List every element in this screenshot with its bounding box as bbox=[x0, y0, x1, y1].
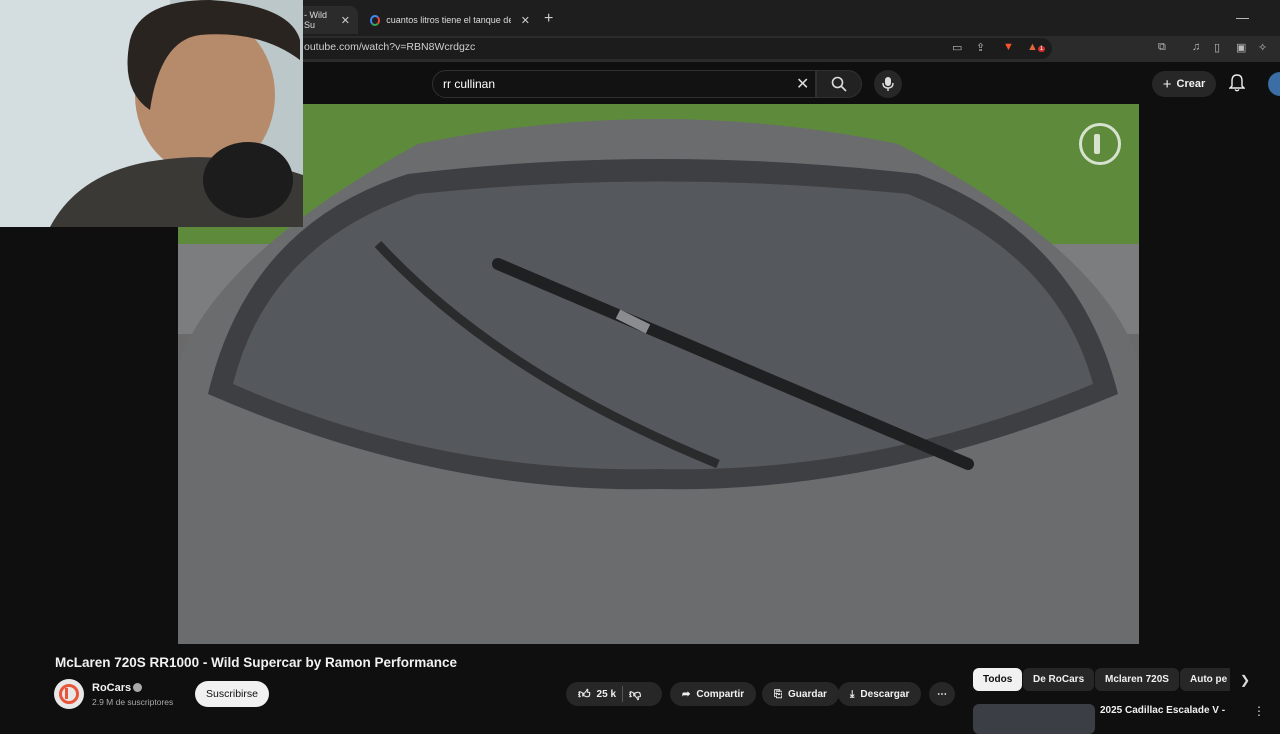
clear-search-icon[interactable]: ✕ bbox=[796, 74, 809, 94]
thumbs-down-icon: 👎︎ bbox=[629, 686, 642, 701]
like-divider bbox=[622, 686, 624, 702]
share-button[interactable]: ➦ Compartir bbox=[670, 682, 757, 706]
more-vertical-icon[interactable]: ⋮ bbox=[1253, 704, 1265, 718]
new-tab-icon[interactable]: + bbox=[544, 10, 553, 28]
search-input[interactable]: rr cullinan bbox=[432, 70, 816, 98]
search-button[interactable] bbox=[816, 70, 862, 98]
chip-mclaren[interactable]: Mclaren 720S bbox=[1095, 668, 1179, 691]
like-count: 25 k bbox=[596, 688, 617, 700]
more-horizontal-icon: ⋯ bbox=[937, 688, 947, 700]
download-icon: ⤓ bbox=[850, 688, 855, 700]
url-field[interactable]: outube.com/watch?v=RBN8Wcrdgzc bbox=[292, 38, 1052, 59]
wallet-icon[interactable]: ▣ bbox=[1236, 41, 1246, 54]
verified-icon bbox=[133, 683, 142, 692]
chip-auto[interactable]: Auto pe bbox=[1180, 668, 1230, 691]
brave-shield-icon[interactable]: ▼ bbox=[1003, 41, 1014, 53]
close-tab-icon[interactable]: ✕ bbox=[341, 14, 350, 27]
webcam-overlay bbox=[0, 0, 303, 227]
video-player[interactable] bbox=[178, 104, 1139, 644]
rewards-icon[interactable]: ▲ 1 bbox=[1027, 41, 1046, 53]
chip-todos[interactable]: Todos bbox=[973, 668, 1023, 691]
channel-name[interactable]: RoCars bbox=[92, 682, 131, 694]
subscribe-button[interactable]: Suscribirse bbox=[195, 681, 269, 707]
channel-avatar[interactable] bbox=[54, 679, 84, 709]
like-button[interactable]: 👍︎ 25 k bbox=[578, 687, 616, 702]
thumbs-up-icon: 👍︎ bbox=[578, 686, 591, 701]
create-button[interactable]: + Crear bbox=[1152, 71, 1216, 97]
sidebar-icon[interactable]: ▯ bbox=[1214, 41, 1220, 54]
browser-tab-active[interactable]: - Wild Su ✕ bbox=[296, 6, 358, 34]
video-title: McLaren 720S RR1000 - Wild Supercar by R… bbox=[55, 655, 458, 670]
download-label: Descargar bbox=[860, 688, 910, 700]
search-icon bbox=[831, 76, 847, 92]
close-tab-icon[interactable]: ✕ bbox=[521, 14, 530, 27]
music-icon[interactable]: ♫ bbox=[1192, 41, 1200, 53]
save-label: Guardar bbox=[788, 688, 827, 700]
ai-icon[interactable]: ✧ bbox=[1258, 41, 1267, 54]
minimize-icon[interactable]: — bbox=[1236, 10, 1249, 25]
chip-from-channel[interactable]: De RoCars bbox=[1023, 668, 1095, 691]
notifications-bell-icon[interactable] bbox=[1228, 74, 1246, 97]
tab-title: cuantos litros tiene el tanque de un cul… bbox=[386, 15, 511, 25]
channel-watermark-logo bbox=[1079, 123, 1121, 165]
video-frame-image bbox=[178, 104, 1139, 644]
chevron-right-icon[interactable]: ❯ bbox=[1240, 673, 1250, 687]
google-icon bbox=[370, 14, 381, 26]
recommendation-title[interactable]: 2025 Cadillac Escalade V - bbox=[1100, 705, 1225, 716]
plus-icon: + bbox=[1162, 75, 1172, 93]
webcam-person-image bbox=[0, 0, 303, 227]
create-label: Crear bbox=[1176, 78, 1206, 90]
like-dislike-group: 👍︎ 25 k 👎︎ bbox=[566, 682, 662, 706]
dislike-button[interactable]: 👎︎ bbox=[629, 687, 641, 702]
cast-icon[interactable]: ▭ bbox=[952, 41, 962, 54]
bookmark-icon: ⎘ bbox=[774, 688, 782, 700]
share-icon: ➦ bbox=[682, 688, 691, 700]
microphone-icon bbox=[882, 77, 894, 91]
channel-logo-icon bbox=[59, 684, 79, 704]
share-page-icon[interactable]: ⇪ bbox=[976, 41, 985, 54]
share-label: Compartir bbox=[696, 688, 745, 700]
voice-search-button[interactable] bbox=[874, 70, 902, 98]
browser-tab[interactable]: cuantos litros tiene el tanque de un cul… bbox=[362, 6, 538, 34]
extension-badge: 1 bbox=[1037, 46, 1046, 52]
tab-title: - Wild Su bbox=[304, 10, 327, 30]
screenshot-icon[interactable]: ⧉ bbox=[1158, 41, 1166, 54]
download-button[interactable]: ⤓ Descargar bbox=[838, 682, 922, 706]
more-actions-button[interactable]: ⋯ bbox=[929, 682, 955, 706]
save-button[interactable]: ⎘ Guardar bbox=[762, 682, 839, 706]
subscriber-count: 2.9 M de suscriptores bbox=[92, 697, 174, 707]
recommendation-thumbnail[interactable] bbox=[973, 704, 1095, 734]
